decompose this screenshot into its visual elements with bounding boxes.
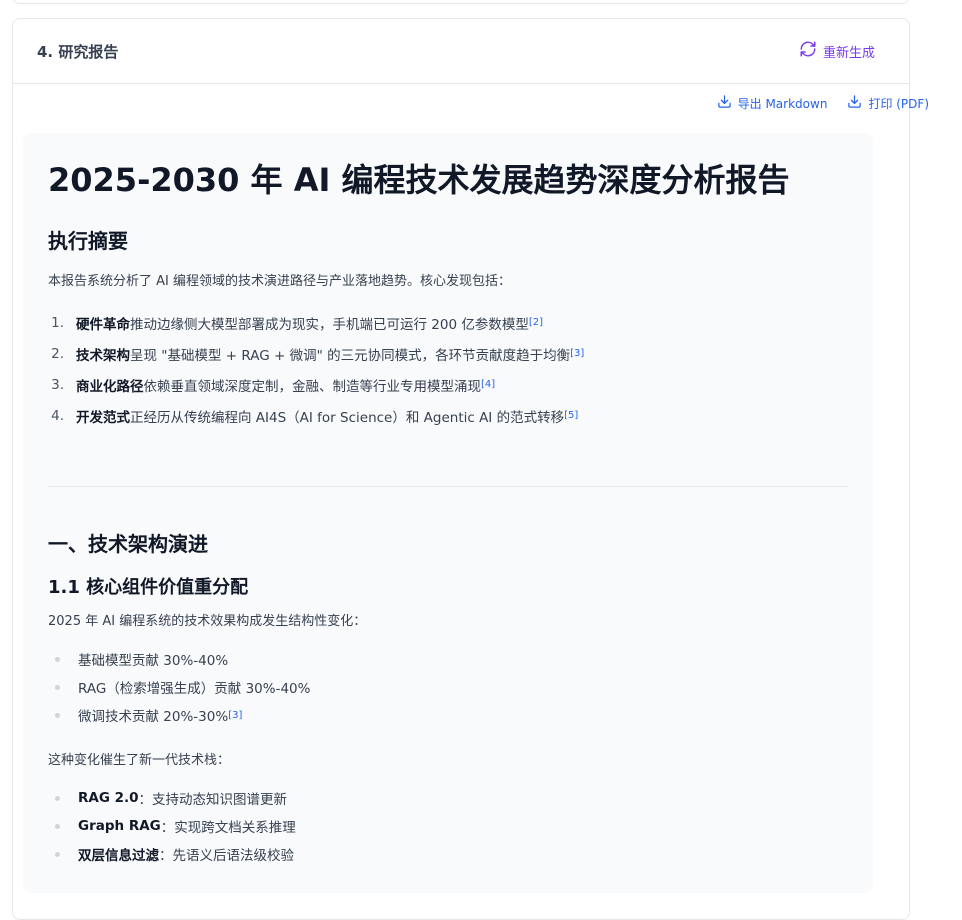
list-item: 3. 商业化路径 依赖垂直领域深度定制，金融、制造等行业专用模型涌现 [4] bbox=[51, 376, 496, 395]
list-item: 基础模型贡献 30%-40% bbox=[48, 645, 310, 673]
bullet bbox=[55, 656, 60, 662]
list-item: Graph RAG ：实现跨文档关系推理 bbox=[48, 812, 296, 840]
list-item: 4. 开发范式 正经历从传统编程向 AI4S（AI for Science）和 A… bbox=[51, 407, 579, 426]
report-content: 2025-2030 年 AI 编程技术发展趋势深度分析报告 执行摘要 本报告系统… bbox=[23, 133, 873, 893]
section1-1-heading: 1.1 核心组件价值重分配 bbox=[48, 577, 249, 598]
previous-card-edge bbox=[12, 0, 910, 4]
section-divider bbox=[48, 486, 848, 487]
stack-list: RAG 2.0 ：支持动态知识图谱更新 Graph RAG ：实现跨文档关系推理 双… bbox=[48, 784, 296, 868]
regenerate-button[interactable]: 重新生成 bbox=[799, 40, 875, 62]
report-toolbar: 导出 Markdown 打印 (PDF) bbox=[717, 94, 929, 112]
list-item: 微调技术贡献 20%-30% [3] bbox=[48, 701, 310, 729]
print-pdf-label: 打印 (PDF) bbox=[868, 96, 929, 111]
print-pdf-button[interactable]: 打印 (PDF) bbox=[847, 94, 929, 112]
stack-intro: 这种变化催生了新一代技术栈： bbox=[48, 753, 231, 768]
components-list: 基础模型贡献 30%-40% RAG（检索增强生成）贡献 30%-40% 微调技… bbox=[48, 645, 310, 729]
card-title: 4. 研究报告 bbox=[37, 42, 119, 61]
findings-list: 1. 硬件革命 推动边缘侧大模型部署成为现实，手机端已可运行 200 亿参数模型[… bbox=[48, 307, 584, 431]
section1-1-intro: 2025 年 AI 编程系统的技术效果构成发生结构性变化： bbox=[48, 614, 367, 629]
citation-link[interactable]: [4] bbox=[481, 379, 495, 390]
bullet bbox=[55, 823, 60, 829]
citation-link[interactable]: [2] bbox=[529, 317, 543, 328]
section1-heading: 一、技术架构演进 bbox=[48, 532, 208, 556]
regenerate-label: 重新生成 bbox=[822, 45, 875, 61]
export-markdown-label: 导出 Markdown bbox=[737, 96, 828, 111]
citation-link[interactable]: [5] bbox=[564, 410, 578, 421]
citation-link[interactable]: [3] bbox=[228, 710, 242, 721]
citation-link[interactable]: [3] bbox=[570, 348, 584, 359]
export-markdown-button[interactable]: 导出 Markdown bbox=[717, 94, 828, 112]
bullet bbox=[55, 795, 60, 801]
summary-intro: 本报告系统分析了 AI 编程领域的技术演进路径与产业落地趋势。核心发现包括： bbox=[48, 274, 511, 289]
list-item: 双层信息过滤 ：先语义后语法级校验 bbox=[48, 840, 296, 868]
list-item: RAG（检索增强生成）贡献 30%-40% bbox=[48, 673, 310, 701]
summary-heading: 执行摘要 bbox=[48, 229, 128, 253]
list-item: 1. 硬件革命 推动边缘侧大模型部署成为现实，手机端已可运行 200 亿参数模型[… bbox=[51, 314, 544, 333]
bullet bbox=[55, 684, 60, 690]
report-title: 2025-2030 年 AI 编程技术发展趋势深度分析报告 bbox=[48, 161, 790, 199]
card-header: 4. 研究报告 重新生成 bbox=[13, 19, 909, 84]
list-item: RAG 2.0 ：支持动态知识图谱更新 bbox=[48, 784, 296, 812]
bullet bbox=[55, 712, 60, 718]
list-item: 2. 技术架构 呈现 "基础模型 + RAG + 微调" 的三元协同模式，各环节贡… bbox=[51, 345, 585, 364]
download-icon bbox=[717, 94, 732, 112]
download-icon bbox=[847, 94, 862, 112]
bullet bbox=[55, 851, 60, 857]
refresh-icon bbox=[799, 40, 817, 62]
